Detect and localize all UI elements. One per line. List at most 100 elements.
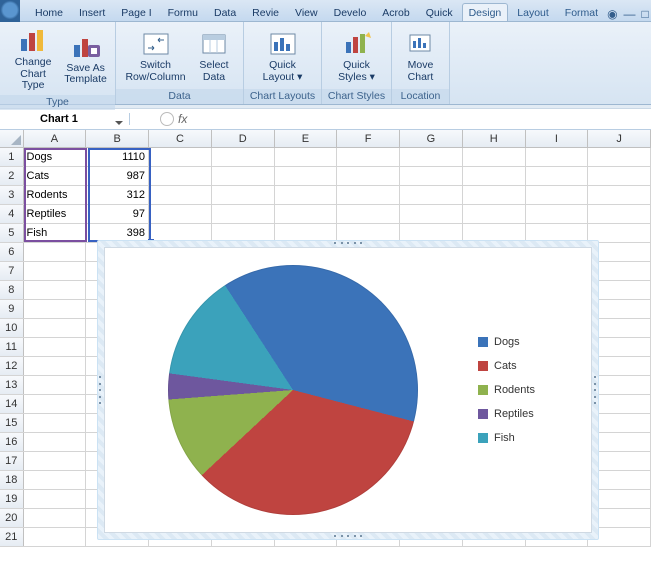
cell-A2[interactable]: Cats (24, 167, 87, 185)
cell-E1[interactable] (275, 148, 338, 166)
cell-C4[interactable] (149, 205, 212, 223)
cell-A9[interactable] (24, 300, 87, 318)
cell-J19[interactable] (588, 490, 651, 508)
row-header-1[interactable]: 1 (0, 148, 24, 166)
cell-G3[interactable] (400, 186, 463, 204)
cell-A21[interactable] (24, 528, 87, 546)
row-header-11[interactable]: 11 (0, 338, 24, 356)
row-header-19[interactable]: 19 (0, 490, 24, 508)
cell-H5[interactable] (463, 224, 526, 242)
cell-I3[interactable] (526, 186, 589, 204)
cell-J18[interactable] (588, 471, 651, 489)
cell-A19[interactable] (24, 490, 87, 508)
cell-D3[interactable] (212, 186, 275, 204)
cell-J10[interactable] (588, 319, 651, 337)
col-header-A[interactable]: A (24, 130, 87, 147)
cell-D5[interactable] (212, 224, 275, 242)
tab-quick[interactable]: Quick (419, 3, 460, 21)
row-header-2[interactable]: 2 (0, 167, 24, 185)
cell-J17[interactable] (588, 452, 651, 470)
col-header-C[interactable]: C (149, 130, 212, 147)
row-header-21[interactable]: 21 (0, 528, 24, 546)
cell-J15[interactable] (588, 414, 651, 432)
cell-A20[interactable] (24, 509, 87, 527)
cell-J20[interactable] (588, 509, 651, 527)
cell-A7[interactable] (24, 262, 87, 280)
chart-plot-area[interactable]: DogsCatsRodentsReptilesFish (104, 247, 592, 533)
row-header-10[interactable]: 10 (0, 319, 24, 337)
cell-B1[interactable]: 1110 (86, 148, 149, 166)
row-header-17[interactable]: 17 (0, 452, 24, 470)
cell-E2[interactable] (275, 167, 338, 185)
cell-F4[interactable] (337, 205, 400, 223)
help-icon[interactable]: ◉ (607, 7, 617, 21)
embedded-chart[interactable]: DogsCatsRodentsReptilesFish (100, 243, 596, 537)
cell-J6[interactable] (588, 243, 651, 261)
row-header-15[interactable]: 15 (0, 414, 24, 432)
worksheet[interactable]: ABCDEFGHIJ 1Dogs11102Cats9873Rodents3124… (0, 130, 651, 579)
save-as-template-button[interactable]: Save As Template (62, 30, 109, 89)
row-header-12[interactable]: 12 (0, 357, 24, 375)
cell-A14[interactable] (24, 395, 87, 413)
cell-J16[interactable] (588, 433, 651, 451)
row-header-4[interactable]: 4 (0, 205, 24, 223)
cell-G4[interactable] (400, 205, 463, 223)
cell-J4[interactable] (588, 205, 651, 223)
cell-H3[interactable] (463, 186, 526, 204)
cell-H1[interactable] (463, 148, 526, 166)
tab-revie[interactable]: Revie (245, 3, 286, 21)
cell-A12[interactable] (24, 357, 87, 375)
tab-view[interactable]: View (288, 3, 325, 21)
cell-C1[interactable] (149, 148, 212, 166)
minimize-icon[interactable]: — (624, 7, 636, 21)
cell-A10[interactable] (24, 319, 87, 337)
row-header-13[interactable]: 13 (0, 376, 24, 394)
cell-C3[interactable] (149, 186, 212, 204)
cell-J2[interactable] (588, 167, 651, 185)
column-headers[interactable]: ABCDEFGHIJ (0, 130, 651, 148)
cell-J14[interactable] (588, 395, 651, 413)
tab-formu[interactable]: Formu (161, 3, 205, 21)
name-box[interactable]: Chart 1 (0, 113, 130, 125)
cell-H4[interactable] (463, 205, 526, 223)
restore-icon[interactable]: □ (642, 7, 649, 21)
row-header-5[interactable]: 5 (0, 224, 24, 242)
cell-J3[interactable] (588, 186, 651, 204)
tab-page-i[interactable]: Page I (114, 3, 158, 21)
cell-B3[interactable]: 312 (86, 186, 149, 204)
col-header-D[interactable]: D (212, 130, 275, 147)
tab-layout[interactable]: Layout (510, 3, 556, 21)
cell-D2[interactable] (212, 167, 275, 185)
tab-home[interactable]: Home (28, 3, 70, 21)
cell-E4[interactable] (275, 205, 338, 223)
cell-H2[interactable] (463, 167, 526, 185)
row-header-20[interactable]: 20 (0, 509, 24, 527)
col-header-I[interactable]: I (526, 130, 589, 147)
legend-item-rodents[interactable]: Rodents (478, 384, 578, 396)
cell-I1[interactable] (526, 148, 589, 166)
row-header-3[interactable]: 3 (0, 186, 24, 204)
cell-A8[interactable] (24, 281, 87, 299)
cell-G2[interactable] (400, 167, 463, 185)
switch-row-column-button[interactable]: Switch Row/Column (122, 27, 189, 86)
tab-insert[interactable]: Insert (72, 3, 112, 21)
cell-J5[interactable] (588, 224, 651, 242)
change-chart-type-button[interactable]: Change Chart Type (6, 24, 60, 95)
row-header-8[interactable]: 8 (0, 281, 24, 299)
col-header-J[interactable]: J (588, 130, 651, 147)
legend-item-reptiles[interactable]: Reptiles (478, 408, 578, 420)
cell-D1[interactable] (212, 148, 275, 166)
tab-develo[interactable]: Develo (327, 3, 374, 21)
quick-layout-button[interactable]: Quick Layout ▾ (258, 27, 308, 86)
select-data-button[interactable]: Select Data (191, 27, 237, 86)
cell-G5[interactable] (400, 224, 463, 242)
row-header-7[interactable]: 7 (0, 262, 24, 280)
move-chart-button[interactable]: Move Chart (398, 27, 444, 86)
cell-A6[interactable] (24, 243, 87, 261)
col-header-E[interactable]: E (275, 130, 338, 147)
cell-A11[interactable] (24, 338, 87, 356)
col-header-B[interactable]: B (86, 130, 149, 147)
cell-J13[interactable] (588, 376, 651, 394)
cell-I2[interactable] (526, 167, 589, 185)
cell-B4[interactable]: 97 (86, 205, 149, 223)
